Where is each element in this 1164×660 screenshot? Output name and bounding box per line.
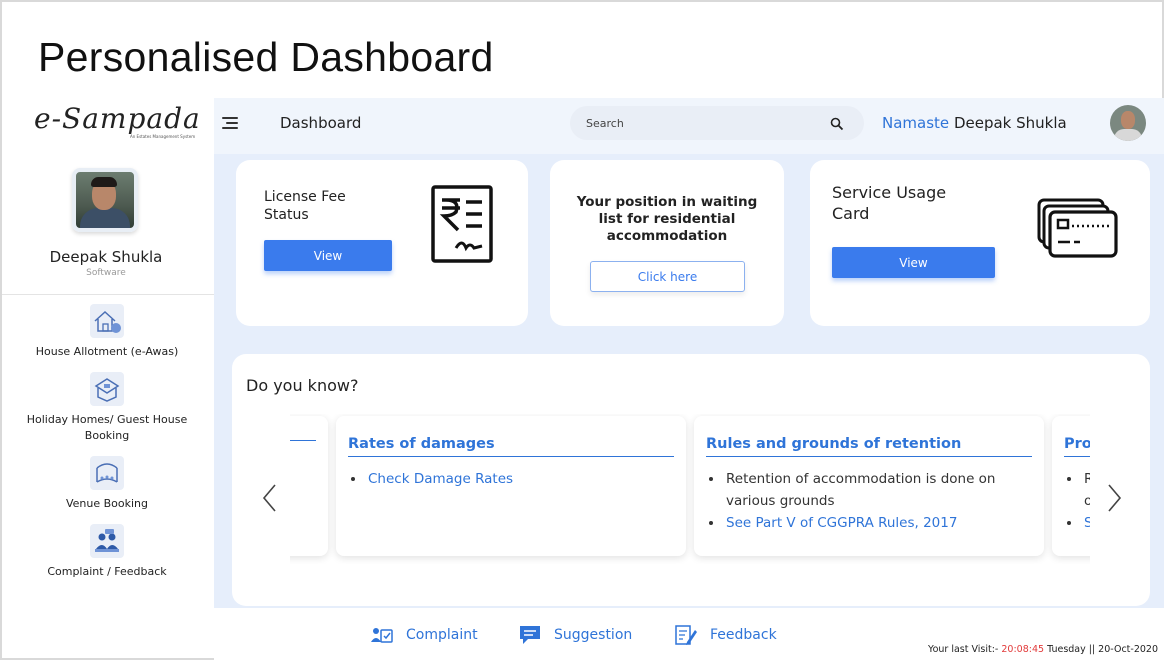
footer-feedback-link[interactable]: Feedback xyxy=(674,624,777,646)
carousel-next-icon[interactable] xyxy=(1104,482,1124,514)
sidebar-item-venue-booking[interactable]: Venue Booking xyxy=(2,456,212,512)
user-greeting: Namaste Deepak Shukla xyxy=(882,114,1067,132)
service-usage-title: Service Usage Card xyxy=(832,183,947,223)
carousel: Rates of damages Check Damage Rates Rule… xyxy=(290,414,1090,564)
logo-tagline: An Estates Management System xyxy=(130,134,196,139)
do-you-know-title: Do you know? xyxy=(246,376,359,395)
user-avatar[interactable] xyxy=(1110,105,1146,141)
footer-suggestion-link[interactable]: Suggestion xyxy=(518,624,632,646)
license-fee-view-button[interactable]: View xyxy=(264,240,392,271)
waiting-list-click-button[interactable]: Click here xyxy=(590,261,745,292)
page-title: Dashboard xyxy=(280,114,362,132)
sidebar-divider xyxy=(2,294,214,295)
feedback-icon xyxy=(674,624,698,646)
footer-suggestion-label: Suggestion xyxy=(554,627,633,643)
service-cards-icon xyxy=(1036,196,1120,264)
footer-feedback-label: Feedback xyxy=(710,627,777,643)
license-fee-card: License Fee Status View xyxy=(236,160,528,326)
top-bar: Dashboard Namaste Deepak Shukla xyxy=(214,98,1164,154)
know-card-partial[interactable]: Pro R o S xyxy=(1052,416,1090,556)
greeting-prefix: Namaste xyxy=(882,114,950,132)
app-logo[interactable]: e-Sampada xyxy=(34,102,201,135)
footer-complaint-link[interactable]: Complaint xyxy=(370,624,478,646)
know-card-rules-retention[interactable]: Rules and grounds of retention Retention… xyxy=(694,416,1044,556)
complaint-icon xyxy=(370,624,394,646)
check-damage-rates-link[interactable]: Check Damage Rates xyxy=(368,471,513,487)
know-card-rates-of-damages[interactable]: Rates of damages Check Damage Rates xyxy=(336,416,686,556)
slide-title: Personalised Dashboard xyxy=(38,34,494,80)
list-item: o xyxy=(1084,493,1090,509)
last-visit-time: 20:08:45 xyxy=(1001,644,1045,655)
service-usage-view-button[interactable]: View xyxy=(832,247,995,278)
slide-frame: Personalised Dashboard e-Sampada An Esta… xyxy=(0,0,1164,660)
list-item: Check Damage Rates xyxy=(366,468,672,490)
service-usage-card: Service Usage Card View xyxy=(810,160,1150,326)
list-item: S xyxy=(1082,512,1090,534)
know-card[interactable] xyxy=(290,416,328,556)
sidebar-item-complaint-feedback[interactable]: Complaint / Feedback xyxy=(2,524,212,580)
sidebar-item-label: Complaint / Feedback xyxy=(47,565,167,578)
greeting-name: Deepak Shukla xyxy=(953,114,1067,132)
sidebar: e-Sampada An Estates Management System D… xyxy=(2,98,214,608)
know-card-link[interactable]: S xyxy=(1084,515,1090,531)
waiting-list-title: Your position in waiting list for reside… xyxy=(576,194,758,244)
license-fee-receipt-icon xyxy=(430,184,494,268)
sidebar-item-house-allotment[interactable]: House Allotment (e-Awas) xyxy=(2,304,212,360)
license-fee-title: License Fee Status xyxy=(264,189,346,223)
know-card-heading xyxy=(290,436,316,441)
sidebar-item-label: House Allotment (e-Awas) xyxy=(35,345,179,358)
sidebar-item-label: Venue Booking xyxy=(65,497,149,510)
house-icon xyxy=(90,304,124,338)
know-card-list: Check Damage Rates xyxy=(366,468,672,490)
suggestion-icon xyxy=(518,624,542,646)
waiting-list-card: Your position in waiting list for reside… xyxy=(550,160,784,326)
footer-complaint-label: Complaint xyxy=(406,627,478,643)
footer: Complaint Suggestion Feedback Your last … xyxy=(214,608,1164,660)
know-card-list: R o S xyxy=(1082,468,1090,534)
last-visit-info: Your last Visit:- 20:08:45 Tuesday || 20… xyxy=(928,644,1158,655)
search-input[interactable] xyxy=(586,106,816,140)
list-item: Retention of accommodation is done on va… xyxy=(724,468,1030,512)
search-icon[interactable] xyxy=(830,116,844,131)
sidebar-item-label: Holiday Homes/ Guest House Booking xyxy=(26,413,188,442)
know-card-list: Retention of accommodation is done on va… xyxy=(724,468,1030,534)
last-visit-label: Your last Visit:- xyxy=(928,644,999,655)
venue-icon xyxy=(90,456,124,490)
know-card-heading: Pro xyxy=(1064,436,1090,457)
last-visit-date: Tuesday || 20-Oct-2020 xyxy=(1047,644,1158,655)
know-card-heading: Rates of damages xyxy=(348,436,674,457)
holiday-home-icon xyxy=(90,372,124,406)
cggpra-rules-link[interactable]: See Part V of CGGPRA Rules, 2017 xyxy=(726,515,957,531)
complaint-feedback-icon xyxy=(90,524,124,558)
search-box xyxy=(570,106,864,140)
do-you-know-panel: Do you know? Rates of damages Check Dama… xyxy=(232,354,1150,606)
profile-name: Deepak Shukla xyxy=(49,248,163,266)
main-content: License Fee Status View Your position in… xyxy=(214,154,1164,608)
carousel-prev-icon[interactable] xyxy=(260,482,280,514)
menu-toggle-icon[interactable] xyxy=(222,115,240,131)
list-item: See Part V of CGGPRA Rules, 2017 xyxy=(724,512,1030,534)
profile-role: Software xyxy=(86,268,126,278)
list-item: R xyxy=(1082,468,1090,490)
know-card-heading: Rules and grounds of retention xyxy=(706,436,1032,457)
sidebar-item-holiday-homes[interactable]: Holiday Homes/ Guest House Booking xyxy=(2,372,212,444)
profile-avatar[interactable] xyxy=(72,168,138,232)
